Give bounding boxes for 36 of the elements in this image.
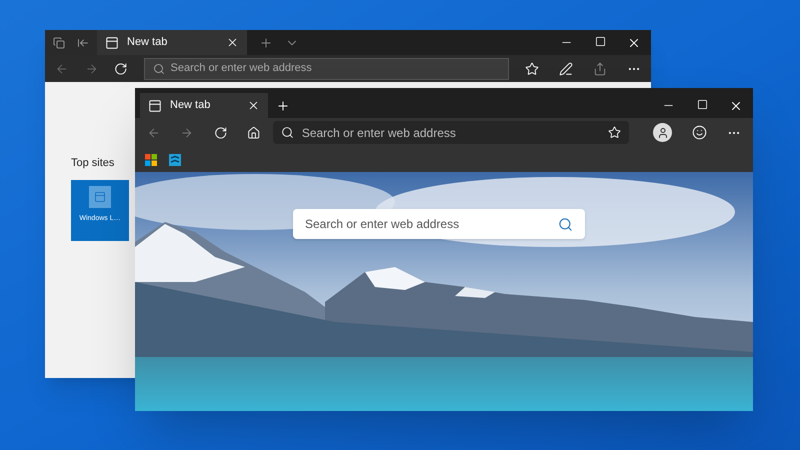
search-icon bbox=[280, 126, 294, 139]
share-icon[interactable] bbox=[593, 62, 608, 76]
search-icon bbox=[152, 62, 165, 74]
favorite-star-icon[interactable] bbox=[608, 126, 621, 139]
favorites-icon[interactable] bbox=[525, 62, 540, 76]
back-icon[interactable] bbox=[55, 62, 69, 76]
browser-tab[interactable]: New tab bbox=[97, 30, 247, 55]
maximize-icon[interactable] bbox=[594, 36, 606, 47]
maximize-icon[interactable] bbox=[696, 99, 708, 110]
set-aside-tabs-icon[interactable] bbox=[77, 36, 89, 48]
forward-icon[interactable] bbox=[180, 126, 194, 140]
search-icon[interactable] bbox=[558, 216, 573, 232]
back-icon[interactable] bbox=[147, 126, 160, 140]
refresh-icon[interactable] bbox=[214, 126, 228, 140]
tab-page-icon[interactable] bbox=[148, 98, 162, 112]
forward-icon[interactable] bbox=[84, 62, 98, 76]
profile-avatar[interactable] bbox=[653, 123, 672, 142]
address-bar[interactable]: Search or enter web address bbox=[144, 58, 510, 80]
section-heading: Top sites bbox=[71, 156, 114, 171]
close-tab-icon[interactable] bbox=[226, 36, 239, 49]
tab-page-icon[interactable] bbox=[105, 36, 119, 50]
page-search-field[interactable]: Search or enter web address bbox=[293, 209, 585, 239]
browser-tab[interactable]: New tab bbox=[140, 93, 268, 118]
home-icon[interactable] bbox=[247, 126, 261, 140]
site-icon bbox=[94, 190, 106, 202]
windows-logo-icon[interactable] bbox=[145, 154, 157, 166]
refresh-icon[interactable] bbox=[114, 62, 128, 76]
feedback-icon[interactable] bbox=[692, 125, 707, 140]
pen-icon[interactable] bbox=[559, 62, 574, 76]
bookmark-site-icon[interactable] bbox=[169, 154, 181, 166]
address-bar[interactable]: Search or enter web address bbox=[272, 121, 629, 144]
close-window-icon[interactable] bbox=[729, 99, 743, 113]
tabs-icon[interactable] bbox=[53, 36, 65, 48]
new-tab-icon[interactable] bbox=[276, 98, 290, 112]
close-window-icon[interactable] bbox=[627, 36, 641, 50]
close-tab-icon[interactable] bbox=[247, 99, 260, 112]
